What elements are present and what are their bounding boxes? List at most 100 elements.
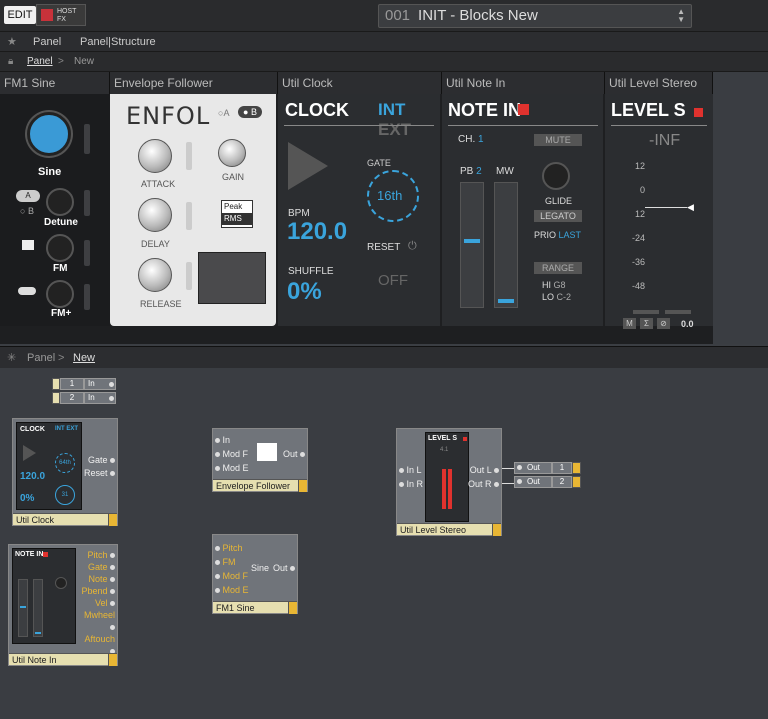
range-button[interactable]: RANGE <box>534 262 582 274</box>
lock-icon[interactable]: 🔒︎ <box>8 52 13 72</box>
mw-slider[interactable] <box>494 182 518 308</box>
structure-star-icon[interactable]: ✳ <box>7 347 16 369</box>
breadcrumb-panel[interactable]: Panel <box>27 52 53 72</box>
detune-knob[interactable] <box>46 188 74 216</box>
env-footer-menu[interactable] <box>298 480 307 492</box>
fm-out-port[interactable]: Out <box>273 563 295 573</box>
clock-footer-menu[interactable] <box>108 514 117 526</box>
output-1-port[interactable]: Out <box>514 462 552 474</box>
clock-reset-out[interactable]: Reset <box>84 468 115 478</box>
release-slider[interactable] <box>186 262 192 290</box>
fm1-slider-4[interactable] <box>84 284 90 310</box>
note-pitch-out[interactable]: Pitch <box>79 549 115 561</box>
attack-knob[interactable] <box>138 139 172 173</box>
star-icon[interactable]: ★ <box>7 32 17 52</box>
prio-label[interactable]: PRIO LAST <box>534 230 581 240</box>
level-inl-port[interactable]: In L <box>399 465 422 475</box>
tab-panel[interactable]: Panel <box>33 32 61 52</box>
power-icon[interactable]: ⏻ <box>408 240 417 253</box>
output-2-port[interactable]: Out <box>514 476 552 488</box>
bpm-value[interactable]: 120.0 <box>287 218 347 246</box>
fm1-slider-2[interactable] <box>84 190 90 216</box>
structure-breadcrumb-new[interactable]: New <box>73 347 95 369</box>
fm-knob[interactable] <box>46 234 74 262</box>
level-outr-port[interactable]: Out R <box>468 479 499 489</box>
breadcrumb-new[interactable]: New <box>74 52 94 72</box>
clock-footer[interactable]: Util Clock <box>13 513 117 526</box>
gain-knob[interactable] <box>218 139 246 167</box>
tab-panel-structure[interactable]: Panel|Structure <box>80 32 156 52</box>
env-in-port[interactable]: In <box>215 435 230 445</box>
note-pbend-out[interactable]: Pbend <box>79 585 115 597</box>
host-fx-button[interactable]: HOST FX <box>36 4 86 26</box>
input-1-port[interactable]: In <box>84 378 116 390</box>
level-outl-port[interactable]: Out L <box>470 465 499 475</box>
peak-option[interactable]: Peak <box>222 201 252 213</box>
fmplus-knob[interactable] <box>46 280 74 308</box>
int-ext-toggle[interactable]: INT EXT <box>378 100 440 140</box>
legato-button[interactable]: LEGATO <box>534 210 582 222</box>
fm-switch[interactable] <box>18 287 36 295</box>
input-2-port[interactable]: In <box>84 392 116 404</box>
env-out-port[interactable]: Out <box>283 449 305 459</box>
level-footer[interactable]: Util Level Stereo <box>397 523 501 536</box>
lo-label[interactable]: LO C-2 <box>542 292 571 302</box>
fm-mode-port[interactable]: Mod E <box>215 585 249 595</box>
glide-knob[interactable] <box>542 162 570 190</box>
env-opt-a[interactable]: ○A <box>218 108 229 118</box>
fm-fm-port[interactable]: FM <box>215 557 236 567</box>
level-fader-handle[interactable]: ◀ <box>687 202 694 213</box>
delay-slider[interactable] <box>186 202 192 230</box>
structure-canvas[interactable]: 1 In 2 In CLOCK INT EXT 64th 120.0 0% 31… <box>0 368 768 719</box>
hi-label[interactable]: HI G8 <box>542 280 566 290</box>
level-fader-line[interactable] <box>645 207 687 208</box>
util-note-in-block[interactable]: NOTE IN Pitch Gate Note Pbend Vel Mwheel… <box>8 544 118 666</box>
preset-arrows-icon[interactable]: ▲ ▼ <box>677 8 685 24</box>
ext-option[interactable]: EXT <box>378 120 411 139</box>
sine-knob[interactable] <box>27 112 71 156</box>
fm1-slider-3[interactable] <box>84 240 90 266</box>
note-note-out[interactable]: Note <box>79 573 115 585</box>
a-toggle[interactable]: A <box>16 190 40 202</box>
util-level-stereo-block[interactable]: In L In R LEVEL S 4.1 Out L Out R Util L… <box>396 428 502 536</box>
level-inr-port[interactable]: In R <box>399 479 423 489</box>
note-vel-out[interactable]: Vel <box>79 597 115 609</box>
delay-knob[interactable] <box>138 198 172 232</box>
output-2-handle[interactable] <box>572 476 581 488</box>
sum-button[interactable]: Σ <box>640 318 653 329</box>
shuffle-value[interactable]: 0% <box>287 278 322 306</box>
audio-inputs-block[interactable]: 1 In 2 In <box>52 378 118 406</box>
level-footer-menu[interactable] <box>492 524 501 536</box>
input-2-handle[interactable] <box>52 392 60 404</box>
note-footer-menu[interactable] <box>108 654 117 666</box>
fm-footer[interactable]: FM1 Sine <box>213 601 297 614</box>
int-option[interactable]: INT <box>378 100 405 119</box>
note-gate-out[interactable]: Gate <box>79 561 115 573</box>
release-knob[interactable] <box>138 258 172 292</box>
peak-rms-selector[interactable]: Peak RMS <box>221 200 253 228</box>
note-mwheel-out[interactable]: Mwheel <box>79 609 115 633</box>
fm1-slider-1[interactable] <box>84 124 90 154</box>
env-opt-b[interactable]: ● B <box>238 106 262 118</box>
env-mode-port[interactable]: Mod E <box>215 463 249 473</box>
util-clock-block[interactable]: CLOCK INT EXT 64th 120.0 0% 31 Gate Rese… <box>12 418 118 526</box>
output-1-handle[interactable] <box>572 462 581 474</box>
fm-footer-menu[interactable] <box>288 602 297 614</box>
edit-button[interactable]: EDIT <box>4 6 36 24</box>
rms-option[interactable]: RMS <box>222 213 252 225</box>
envelope-follower-block[interactable]: In Mod F Mod E Out Envelope Follower <box>212 428 308 492</box>
mono-button[interactable]: M <box>623 318 636 329</box>
structure-breadcrumb-panel[interactable]: Panel <box>27 347 55 369</box>
phase-button[interactable]: ⊘ <box>657 318 670 329</box>
attack-slider[interactable] <box>186 142 192 170</box>
env-footer[interactable]: Envelope Follower <box>213 479 307 492</box>
b-toggle[interactable]: ○ B <box>20 206 34 216</box>
audio-outputs-block[interactable]: Out 1 Out 2 <box>514 462 584 490</box>
note-footer[interactable]: Util Note In <box>9 653 117 666</box>
play-icon[interactable] <box>288 142 328 190</box>
fm1-sine-block[interactable]: Pitch FM Mod F Mod E Sine Out FM1 Sine <box>212 534 298 614</box>
pb-slider[interactable] <box>460 182 484 308</box>
off-label[interactable]: OFF <box>378 272 408 289</box>
mute-button[interactable]: MUTE <box>534 134 582 146</box>
fm-pitch-port[interactable]: Pitch <box>215 543 243 553</box>
